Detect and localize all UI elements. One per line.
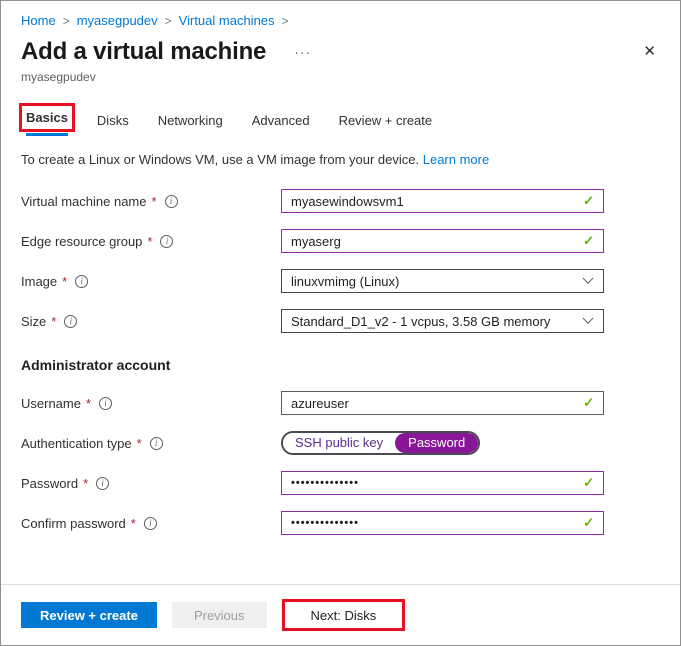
info-icon[interactable]: i [143, 516, 157, 530]
input-value: azureuser [291, 395, 349, 411]
breadcrumb-separator: > [281, 13, 289, 28]
administrator-account-heading: Administrator account [21, 357, 171, 373]
field-label-cell: Authentication type * i [21, 436, 281, 451]
required-marker: * [62, 273, 68, 289]
size-dropdown[interactable]: Standard_D1_v2 - 1 vcpus, 3.58 GB memory [281, 309, 604, 333]
input-value: •••••••••••••• [291, 477, 359, 489]
field-label-cell: Confirm password * i [21, 516, 281, 531]
field-row-authentication-type: Authentication type * i SSH public key P… [21, 431, 660, 455]
breadcrumb-virtual-machines[interactable]: Virtual machines [179, 13, 275, 28]
input-value: •••••••••••••• [291, 517, 359, 529]
chevron-down-icon [582, 272, 594, 284]
field-label-cell: Edge resource group * i [21, 234, 281, 249]
check-icon: ✓ [583, 395, 594, 410]
password-input[interactable]: •••••••••••••• ✓ [281, 471, 604, 495]
field-label-cell: Image * i [21, 274, 281, 289]
info-icon[interactable]: i [164, 194, 178, 208]
field-label: Size [21, 313, 47, 329]
tab-basics[interactable]: Basics [19, 103, 75, 136]
check-icon: ✓ [583, 193, 594, 208]
close-icon[interactable]: ✕ [643, 42, 656, 60]
annotation-box: Next: Disks [281, 599, 406, 631]
info-icon[interactable]: i [149, 436, 163, 450]
tab-networking[interactable]: Networking [158, 113, 223, 136]
field-label: Confirm password [21, 515, 126, 531]
field-row-confirm-password: Confirm password * i •••••••••••••• ✓ [21, 511, 660, 535]
footer-bar: Review + create Previous Next: Disks [1, 584, 680, 645]
username-input[interactable]: azureuser ✓ [281, 391, 604, 415]
required-marker: * [136, 435, 142, 451]
field-label: Password [21, 475, 79, 491]
required-marker: * [83, 475, 89, 491]
field-row-vm-name: Virtual machine name * i myasewindowsvm1… [21, 189, 660, 213]
password-option[interactable]: Password [395, 433, 479, 453]
field-label: Edge resource group [21, 233, 143, 249]
intro-message: To create a Linux or Windows VM, use a V… [21, 152, 420, 167]
info-icon[interactable]: i [64, 314, 78, 328]
auth-type-control: SSH public key Password [281, 431, 604, 455]
breadcrumb-separator: > [62, 13, 70, 28]
image-dropdown[interactable]: linuxvmimg (Linux) [281, 269, 604, 293]
tab-review-create[interactable]: Review + create [339, 113, 433, 136]
input-value: myaserg [291, 233, 341, 249]
required-marker: * [151, 193, 157, 209]
tab-advanced[interactable]: Advanced [252, 113, 310, 136]
chevron-down-icon [582, 312, 594, 324]
required-marker: * [130, 515, 136, 531]
field-row-image: Image * i linuxvmimg (Linux) [21, 269, 660, 293]
virtual-machine-name-input[interactable]: myasewindowsvm1 ✓ [281, 189, 604, 213]
check-icon: ✓ [583, 233, 594, 248]
breadcrumb-separator: > [164, 13, 172, 28]
field-label: Authentication type [21, 435, 132, 451]
ssh-public-key-option[interactable]: SSH public key [283, 433, 396, 453]
intro-text: To create a Linux or Windows VM, use a V… [21, 152, 660, 167]
field-label: Username [21, 395, 81, 411]
field-row-edge-resource-group: Edge resource group * i myaserg ✓ [21, 229, 660, 253]
tab-bar: Basics Disks Networking Advanced Review … [19, 103, 660, 136]
add-virtual-machine-panel: Home > myasegpudev > Virtual machines > … [0, 0, 681, 646]
page-title: Add a virtual machine [21, 38, 267, 65]
info-icon[interactable]: i [99, 396, 113, 410]
field-row-username: Username * i azureuser ✓ [21, 391, 660, 415]
field-row-size: Size * i Standard_D1_v2 - 1 vcpus, 3.58 … [21, 309, 660, 333]
breadcrumb: Home > myasegpudev > Virtual machines > [21, 13, 660, 28]
confirm-password-input[interactable]: •••••••••••••• ✓ [281, 511, 604, 535]
learn-more-link[interactable]: Learn more [423, 152, 489, 167]
field-label-cell: Username * i [21, 396, 281, 411]
breadcrumb-myasegpudev[interactable]: myasegpudev [77, 13, 158, 28]
required-marker: * [147, 233, 153, 249]
info-icon[interactable]: i [160, 234, 174, 248]
field-row-password: Password * i •••••••••••••• ✓ [21, 471, 660, 495]
edge-resource-group-input[interactable]: myaserg ✓ [281, 229, 604, 253]
info-icon[interactable]: i [96, 476, 110, 490]
required-marker: * [51, 313, 57, 329]
review-create-button[interactable]: Review + create [21, 602, 157, 628]
authentication-type-toggle: SSH public key Password [281, 431, 481, 455]
field-label: Image [21, 273, 58, 289]
previous-button[interactable]: Previous [171, 602, 267, 628]
field-label-cell: Password * i [21, 476, 281, 491]
check-icon: ✓ [583, 515, 594, 530]
breadcrumb-home[interactable]: Home [21, 13, 56, 28]
annotation-box: Basics [19, 103, 75, 132]
panel-header: Add a virtual machine ··· ✕ [21, 38, 660, 66]
info-icon[interactable]: i [75, 274, 89, 288]
input-value: myasewindowsvm1 [291, 193, 404, 209]
field-label-cell: Virtual machine name * i [21, 194, 281, 209]
tab-disks[interactable]: Disks [97, 113, 129, 136]
basics-form: Virtual machine name * i myasewindowsvm1… [21, 189, 660, 535]
next-disks-button[interactable]: Next: Disks [284, 602, 403, 628]
panel-subtitle: myasegpudev [21, 70, 96, 84]
required-marker: * [85, 395, 92, 411]
field-label-cell: Size * i [21, 314, 281, 329]
check-icon: ✓ [583, 475, 594, 490]
dropdown-value: Standard_D1_v2 - 1 vcpus, 3.58 GB memory [291, 313, 551, 329]
field-label: Virtual machine name [21, 193, 147, 209]
dropdown-value: linuxvmimg (Linux) [291, 273, 400, 289]
more-options-icon[interactable]: ··· [294, 44, 311, 60]
